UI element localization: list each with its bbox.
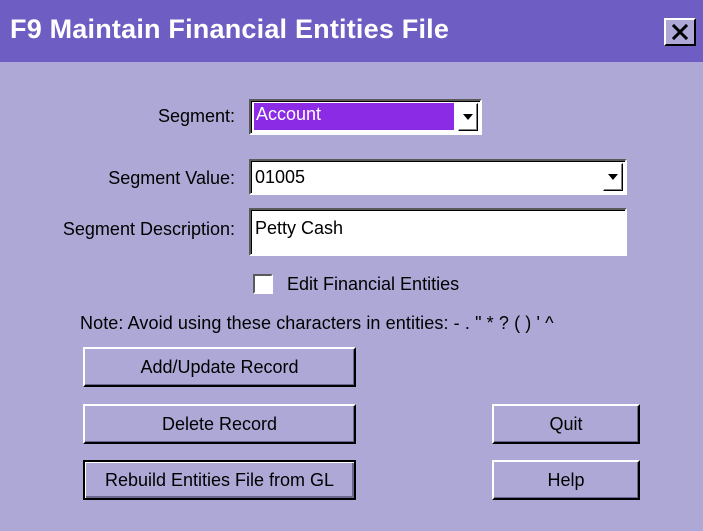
close-icon [672,24,688,40]
add-update-record-button[interactable]: Add/Update Record [83,347,356,387]
segment-label: Segment: [157,106,235,126]
window-title: F9 Maintain Financial Entities File [10,14,450,44]
delete-record-label: Delete Record [161,413,278,434]
rebuild-entities-label: Rebuild Entities File from GL [104,469,335,490]
segment-select[interactable]: Account [249,99,482,135]
quit-label: Quit [549,413,583,434]
help-label: Help [547,469,585,490]
add-update-record-label: Add/Update Record [140,356,299,377]
chevron-down-icon [463,114,473,120]
segment-description-text: Petty Cash [255,218,344,238]
quit-button[interactable]: Quit [492,404,640,444]
chevron-down-icon [608,174,618,180]
edit-entities-checkbox[interactable] [253,274,273,294]
close-button[interactable] [664,18,696,46]
dialog-window: F9 Maintain Financial Entities File Segm… [0,0,703,531]
segment-value-label: Segment Value: [108,168,235,188]
segment-value-dropdown-button[interactable] [603,163,623,191]
title-bar[interactable]: F9 Maintain Financial Entities File [0,0,703,62]
segment-selected-value: Account [254,103,454,130]
segment-description-label: Segment Description: [62,219,235,239]
delete-record-button[interactable]: Delete Record [83,404,356,444]
help-button[interactable]: Help [492,460,640,500]
segment-value-text: 01005 [255,167,306,187]
segment-description-input[interactable]: Petty Cash [249,208,627,256]
segment-value-combobox[interactable]: 01005 [249,159,627,195]
note-text: Note: Avoid using these characters in en… [80,313,554,333]
edit-entities-label[interactable]: Edit Financial Entities [287,274,459,295]
rebuild-entities-button[interactable]: Rebuild Entities File from GL [83,460,356,500]
segment-dropdown-button[interactable] [458,103,478,131]
